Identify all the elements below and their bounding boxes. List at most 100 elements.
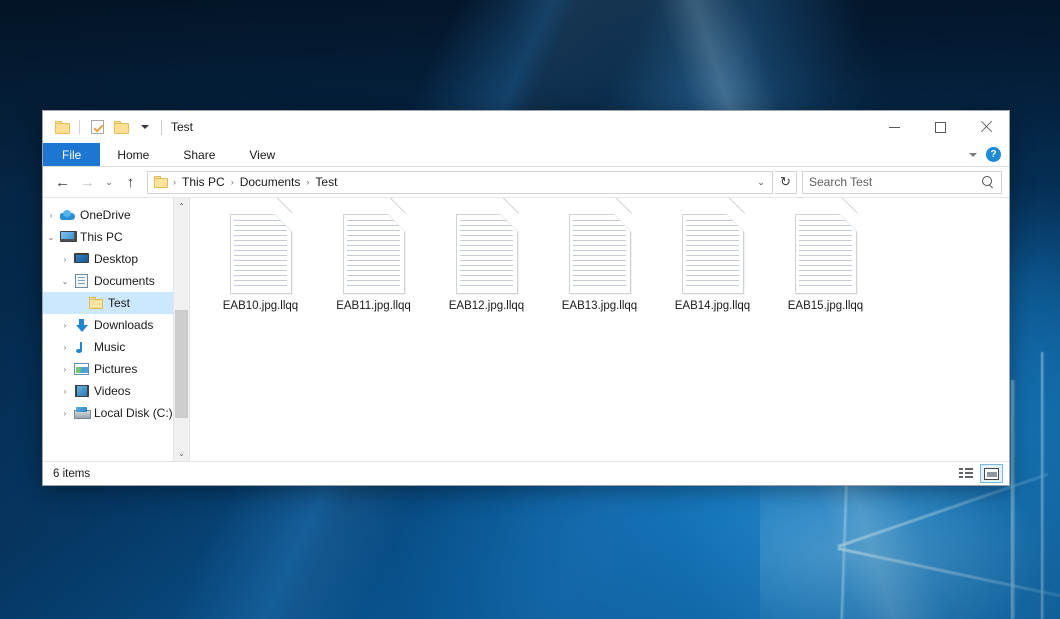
document-icon [682,214,744,294]
new-folder-icon[interactable] [110,116,132,138]
sidebar-item-downloads[interactable]: › Downloads [43,314,189,336]
search-input[interactable] [809,175,982,189]
folder-icon[interactable] [51,116,73,138]
minimize-button[interactable] [871,111,917,143]
file-item[interactable]: EAB10.jpg.llqq [204,212,317,334]
desktop-background: Test File Home Share View ? ← → ⌄ ↑ [0,0,1060,619]
document-icon [569,214,631,294]
refresh-button[interactable]: ↻ [775,171,797,194]
up-button[interactable]: ↑ [118,170,143,194]
sidebar-scrollbar[interactable]: ⌃ ⌄ [173,198,189,461]
documents-icon [73,274,90,288]
videos-icon [73,385,90,397]
breadcrumb: › This PC › Documents › Test [153,173,752,191]
sidebar-item-documents[interactable]: ⌄ Documents [43,270,189,292]
file-list-pane[interactable]: EAB10.jpg.llqq EAB11.jpg.llqq [190,198,1009,461]
sidebar-item-local-disk-c[interactable]: › Local Disk (C:) [43,402,189,424]
twisty-collapsed-icon[interactable]: › [57,255,73,264]
forward-button[interactable]: → [75,170,100,194]
twisty-collapsed-icon[interactable]: › [57,387,73,396]
breadcrumb-item-documents[interactable]: Documents [235,173,306,191]
search-icon[interactable] [982,176,995,189]
twisty-expanded-icon[interactable]: ⌄ [43,233,59,242]
file-name: EAB14.jpg.llqq [675,300,750,312]
tab-home[interactable]: Home [100,143,166,166]
document-icon [343,214,405,294]
minimize-icon [889,127,900,128]
ribbon-tabs: File Home Share View ? [43,143,1009,167]
sidebar-item-label: This PC [80,230,123,244]
recent-locations-button[interactable]: ⌄ [100,170,118,194]
scrollbar-track[interactable] [174,214,189,445]
customize-chevron-icon[interactable] [134,116,156,138]
explorer-body: › OneDrive ⌄ This PC › Desktop [43,197,1009,461]
expand-ribbon-button[interactable] [969,153,977,157]
scrollbar-thumb[interactable] [175,310,188,418]
large-icons-view-button[interactable] [980,464,1003,483]
tab-view[interactable]: View [232,143,292,166]
details-view-icon [959,468,973,479]
file-name: EAB13.jpg.llqq [562,300,637,312]
address-bar-row: ← → ⌄ ↑ › This PC › Documents › Test ⌄ [43,167,1009,197]
sidebar-item-label: Downloads [94,318,153,332]
window-title: Test [171,120,193,134]
sidebar-item-this-pc[interactable]: ⌄ This PC [43,226,189,248]
twisty-expanded-icon[interactable]: ⌄ [57,277,73,286]
breadcrumb-item-this-pc[interactable]: This PC [177,173,230,191]
file-name: EAB15.jpg.llqq [788,300,863,312]
scroll-down-icon[interactable]: ⌄ [174,445,189,461]
address-dropdown-icon[interactable]: ⌄ [752,172,770,193]
search-box[interactable] [802,171,1002,194]
twisty-collapsed-icon[interactable]: › [43,211,59,220]
file-item[interactable]: EAB12.jpg.llqq [430,212,543,334]
view-buttons [954,464,1003,483]
tab-file[interactable]: File [43,143,100,166]
file-item[interactable]: EAB11.jpg.llqq [317,212,430,334]
desktop-icon [73,253,90,265]
sidebar-item-music[interactable]: › Music [43,336,189,358]
folder-icon [87,297,104,309]
close-icon [980,121,992,133]
twisty-collapsed-icon[interactable]: › [57,321,73,330]
sidebar-item-label: Test [108,296,130,310]
file-item[interactable]: EAB14.jpg.llqq [656,212,769,334]
pictures-icon [73,363,90,375]
twisty-collapsed-icon[interactable]: › [57,409,73,418]
downloads-icon [73,319,90,332]
sidebar-item-label: Documents [94,274,155,288]
twisty-collapsed-icon[interactable]: › [57,365,73,374]
sidebar-item-label: Videos [94,384,130,398]
file-item[interactable]: EAB13.jpg.llqq [543,212,656,334]
file-grid: EAB10.jpg.llqq EAB11.jpg.llqq [204,212,1009,334]
sidebar-item-test[interactable]: Test [43,292,189,314]
close-button[interactable] [963,111,1009,143]
pc-icon [59,231,76,243]
sidebar-item-videos[interactable]: › Videos [43,380,189,402]
file-explorer-window: Test File Home Share View ? ← → ⌄ ↑ [42,110,1010,486]
sidebar-item-onedrive[interactable]: › OneDrive [43,204,189,226]
title-bar: Test [43,111,1009,143]
sidebar-item-label: Music [94,340,125,354]
folder-tree: › OneDrive ⌄ This PC › Desktop [43,198,189,461]
navigation-pane: › OneDrive ⌄ This PC › Desktop [43,198,190,461]
address-bar[interactable]: › This PC › Documents › Test ⌄ [147,171,773,194]
scroll-up-icon[interactable]: ⌃ [174,198,189,214]
properties-icon[interactable] [86,116,108,138]
quick-access-toolbar [43,116,156,138]
sidebar-item-desktop[interactable]: › Desktop [43,248,189,270]
details-view-button[interactable] [954,464,977,483]
status-bar: 6 items [43,461,1009,485]
help-icon[interactable]: ? [986,147,1001,162]
sidebar-item-label: Local Disk (C:) [94,406,173,420]
twisty-collapsed-icon[interactable]: › [57,343,73,352]
file-name: EAB12.jpg.llqq [449,300,524,312]
tab-share[interactable]: Share [166,143,232,166]
ribbon-right-controls: ? [969,143,1009,166]
maximize-button[interactable] [917,111,963,143]
large-icons-view-icon [984,468,999,480]
breadcrumb-item-test[interactable]: Test [310,173,342,191]
sidebar-item-pictures[interactable]: › Pictures [43,358,189,380]
file-item[interactable]: EAB15.jpg.llqq [769,212,882,334]
sidebar-item-label: OneDrive [80,208,131,222]
back-button[interactable]: ← [50,170,75,194]
